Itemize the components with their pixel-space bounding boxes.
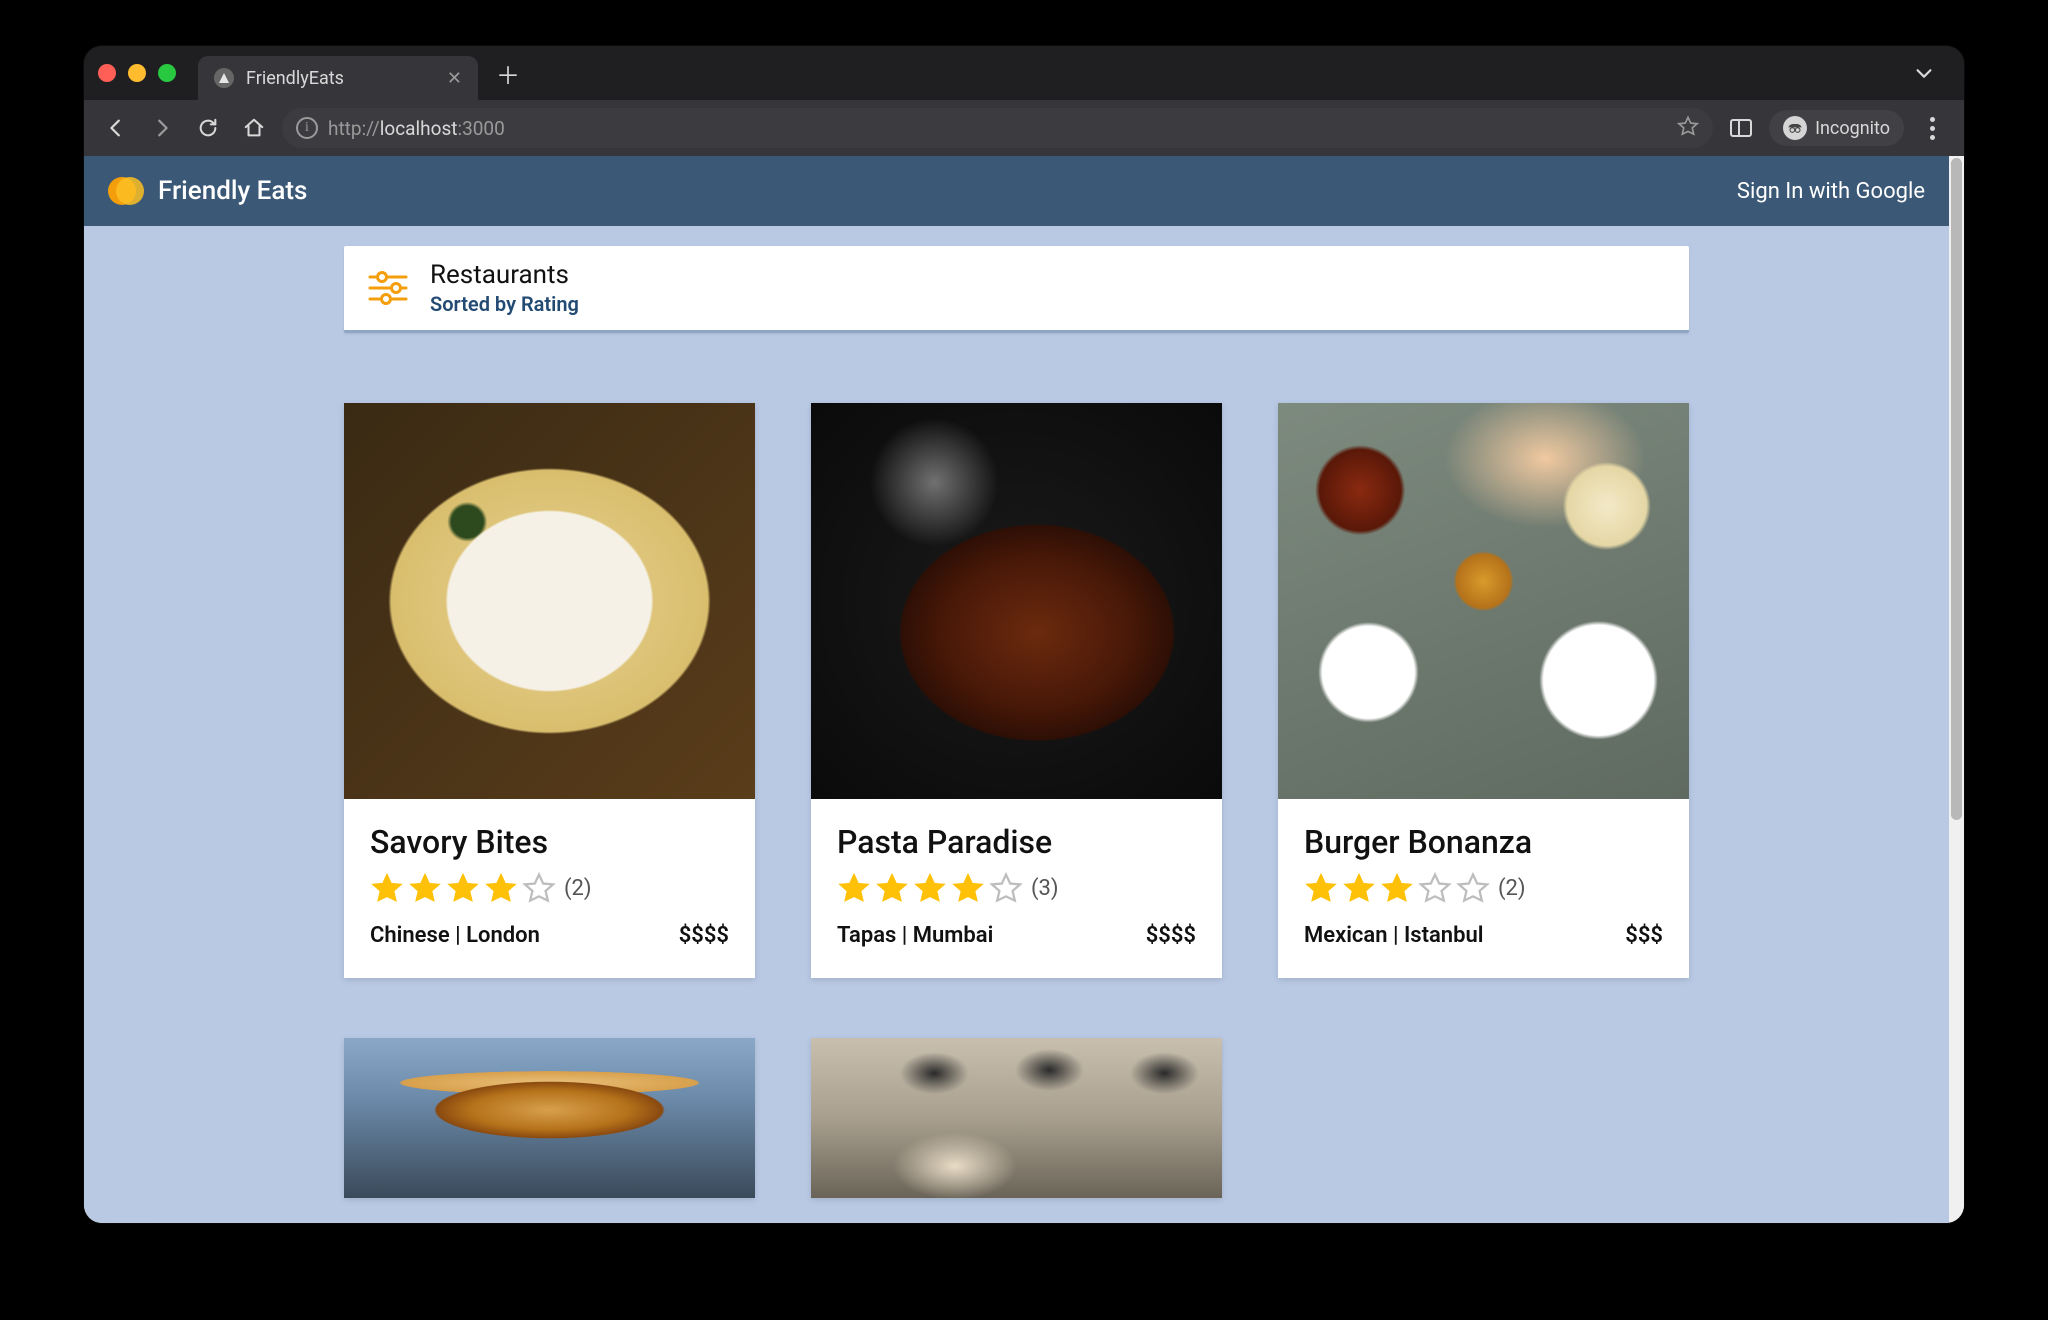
restaurant-name: Pasta Paradise [837,823,1196,861]
restaurant-image [344,403,755,799]
star-filled-icon [1380,871,1414,905]
star-filled-icon [913,871,947,905]
kebab-icon [1930,117,1935,140]
incognito-label: Incognito [1815,118,1890,139]
browser-tab[interactable]: FriendlyEats ✕ [198,56,478,100]
restaurant-name: Burger Bonanza [1304,823,1663,861]
home-button[interactable] [236,110,272,146]
meta-row: Tapas | Mumbai $$$$ [837,923,1196,948]
browser-window: FriendlyEats ✕ ＋ i http://localhost:3000… [84,46,1964,1223]
card-body: Burger Bonanza (2) Mexican | Istanbul $$$ [1278,799,1689,978]
restaurant-price: $$$$ [1146,923,1196,948]
star-filled-icon [1304,871,1338,905]
restaurant-name: Savory Bites [370,823,729,861]
rating-row: (3) [837,871,1196,905]
restaurant-card[interactable]: Savory Bites (2) Chinese | London $$$$ [344,403,755,978]
new-tab-button[interactable]: ＋ [496,56,520,91]
card-body: Pasta Paradise (3) Tapas | Mumbai $$$$ [811,799,1222,978]
card-body: Savory Bites (2) Chinese | London $$$$ [344,799,755,978]
window-minimize-button[interactable] [128,64,146,82]
app-header: Friendly Eats Sign In with Google [84,156,1949,226]
star-filled-icon [484,871,518,905]
window-maximize-button[interactable] [158,64,176,82]
site-info-icon[interactable]: i [296,117,318,139]
star-filled-icon [1342,871,1376,905]
restaurant-card[interactable]: Pasta Paradise (3) Tapas | Mumbai $$$$ [811,403,1222,978]
star-filled-icon [370,871,404,905]
tab-favicon-icon [214,68,234,88]
content-area: Restaurants Sorted by Rating Savory Bite… [84,226,1949,1198]
rating-row: (2) [1304,871,1663,905]
incognito-chip[interactable]: Incognito [1769,110,1904,146]
incognito-icon [1783,116,1807,140]
app-title: Friendly Eats [158,176,307,206]
filter-title: Restaurants [430,260,579,290]
signin-button[interactable]: Sign In with Google [1737,179,1925,204]
restaurant-card[interactable] [344,1038,755,1198]
filter-subtitle: Sorted by Rating [430,292,579,316]
star-filled-icon [446,871,480,905]
star-empty-icon [1456,871,1490,905]
meta-row: Mexican | Istanbul $$$ [1304,923,1663,948]
review-count: (3) [1031,876,1059,901]
restaurant-grid: Savory Bites(2)Chinese | London$$$$Pasta… [344,403,1689,1198]
browser-toolbar: i http://localhost:3000 Incognito [84,100,1964,156]
restaurant-meta: Mexican | Istanbul [1304,923,1483,948]
panel-icon [1730,119,1752,137]
restaurant-image [344,1038,755,1198]
url-bar[interactable]: i http://localhost:3000 [282,108,1713,148]
star-filled-icon [837,871,871,905]
nav-forward-button[interactable] [144,110,180,146]
scrollbar-thumb[interactable] [1951,158,1962,820]
star-filled-icon [408,871,442,905]
tab-title: FriendlyEats [246,68,435,89]
restaurant-image [811,1038,1222,1198]
star-empty-icon [989,871,1023,905]
reload-button[interactable] [190,110,226,146]
bookmark-star-icon[interactable] [1677,115,1699,142]
window-controls [98,64,176,82]
restaurant-price: $$$$ [679,923,729,948]
filter-sliders-icon [366,266,410,310]
filter-bar[interactable]: Restaurants Sorted by Rating [344,246,1689,333]
restaurant-meta: Tapas | Mumbai [837,923,993,948]
restaurant-card[interactable]: Burger Bonanza (2) Mexican | Istanbul $$$ [1278,403,1689,978]
nav-back-button[interactable] [98,110,134,146]
rating-row: (2) [370,871,729,905]
panel-toggle-button[interactable] [1723,110,1759,146]
tabs-menu-button[interactable] [1906,55,1942,91]
star-filled-icon [875,871,909,905]
restaurant-card[interactable] [811,1038,1222,1198]
tab-close-button[interactable]: ✕ [447,68,462,89]
restaurant-image [811,403,1222,799]
page-scrollbar[interactable] [1949,156,1964,1223]
viewport: Friendly Eats Sign In with Google Restau… [84,156,1964,1223]
tab-strip: FriendlyEats ✕ ＋ [84,46,1964,100]
star-empty-icon [1418,871,1452,905]
url-port: :3000 [457,117,504,140]
url-host: localhost [380,117,458,140]
window-close-button[interactable] [98,64,116,82]
url-protocol: http:// [328,117,380,140]
restaurant-image [1278,403,1689,799]
review-count: (2) [564,876,592,901]
restaurant-meta: Chinese | London [370,923,540,948]
page: Friendly Eats Sign In with Google Restau… [84,156,1949,1223]
browser-menu-button[interactable] [1914,110,1950,146]
app-logo-icon [108,173,144,209]
star-filled-icon [951,871,985,905]
review-count: (2) [1498,876,1526,901]
meta-row: Chinese | London $$$$ [370,923,729,948]
star-empty-icon [522,871,556,905]
restaurant-price: $$$ [1625,923,1663,948]
